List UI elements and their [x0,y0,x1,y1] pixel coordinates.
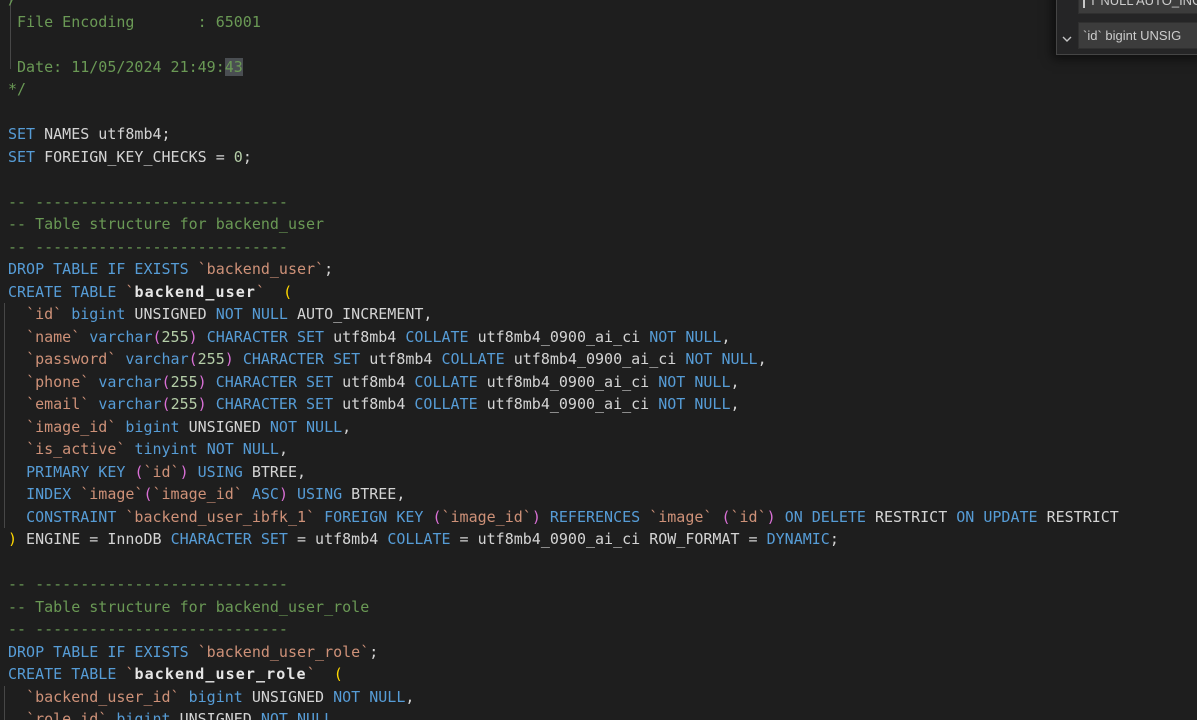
code-line: DROP TABLE IF EXISTS `backend_user`; [8,260,334,278]
code-line: Date: 11/05/2024 21:49:43 [8,57,243,76]
code-line: SET FOREIGN_KEY_CHECKS = 0; [8,147,252,166]
code-line: SET NAMES utf8mb4; [8,125,171,143]
indent-guide-create-table-2 [4,686,5,720]
code-line: ) ENGINE = InnoDB CHARACTER SET = utf8mb… [8,530,839,548]
code-line: -- Table structure for backend_user_role [8,597,370,616]
code-line: */ [8,80,27,98]
code-line: -- ---------------------------- [8,620,288,638]
code-line: `phone` varchar(255) CHARACTER SET utf8m… [26,372,740,391]
replace-input[interactable]: `id` bigint UNSIG [1078,22,1197,49]
code-line: File Encoding : 65001 [8,12,261,31]
chevron-down-icon [1061,33,1073,48]
code-line: INDEX `image`(`image_id` ASC) USING BTRE… [26,485,406,503]
find-input[interactable]: T NULL AUTO_INC [1078,0,1197,14]
code-line: `backend_user_id` bigint UNSIGNED NOT NU… [26,687,415,706]
code-line: `is_active` tinyint NOT NULL, [26,440,288,458]
replace-input-text: `id` bigint UNSIG [1083,28,1182,43]
clipped-text-edge [1083,0,1085,8]
toggle-replace-button[interactable] [1058,31,1076,49]
code-line: CREATE TABLE `backend_user` ( [8,282,293,301]
find-input-text: T NULL AUTO_INC [1089,0,1197,8]
code-line: -- ---------------------------- [8,192,288,211]
code-line: PRIMARY KEY (`id`) USING BTREE, [26,462,307,481]
indent-guide-create-table-1 [4,303,5,528]
code-line: `name` varchar(255) CHARACTER SET utf8mb… [26,327,731,346]
code-line: `password` varchar(255) CHARACTER SET ut… [26,350,767,368]
code-line: `email` varchar(255) CHARACTER SET utf8m… [26,395,740,413]
code-line: CONSTRAINT `backend_user_ibfk_1` FOREIGN… [26,507,1119,526]
code-line: `role_id` bigint UNSIGNED NOT NULL, [26,710,343,720]
editor-window: / File Encoding : 65001 Date: 11/05/2024… [0,0,1197,720]
code-line: `image_id` bigint UNSIGNED NOT NULL, [26,417,352,436]
code-line: / [8,0,1197,11]
code-line: DROP TABLE IF EXISTS `backend_user_role`… [8,642,379,661]
code-line: -- Table structure for backend_user [8,215,325,233]
code-line: -- ---------------------------- [8,575,288,593]
find-widget: T NULL AUTO_INC `id` bigint UNSIG [1056,0,1197,55]
code-line: `id` bigint UNSIGNED NOT NULL AUTO_INCRE… [26,305,433,323]
code-editor[interactable]: / File Encoding : 65001 Date: 11/05/2024… [8,0,1197,720]
code-line: -- ---------------------------- [8,237,288,256]
code-line: CREATE TABLE `backend_user_role` ( [8,665,343,683]
